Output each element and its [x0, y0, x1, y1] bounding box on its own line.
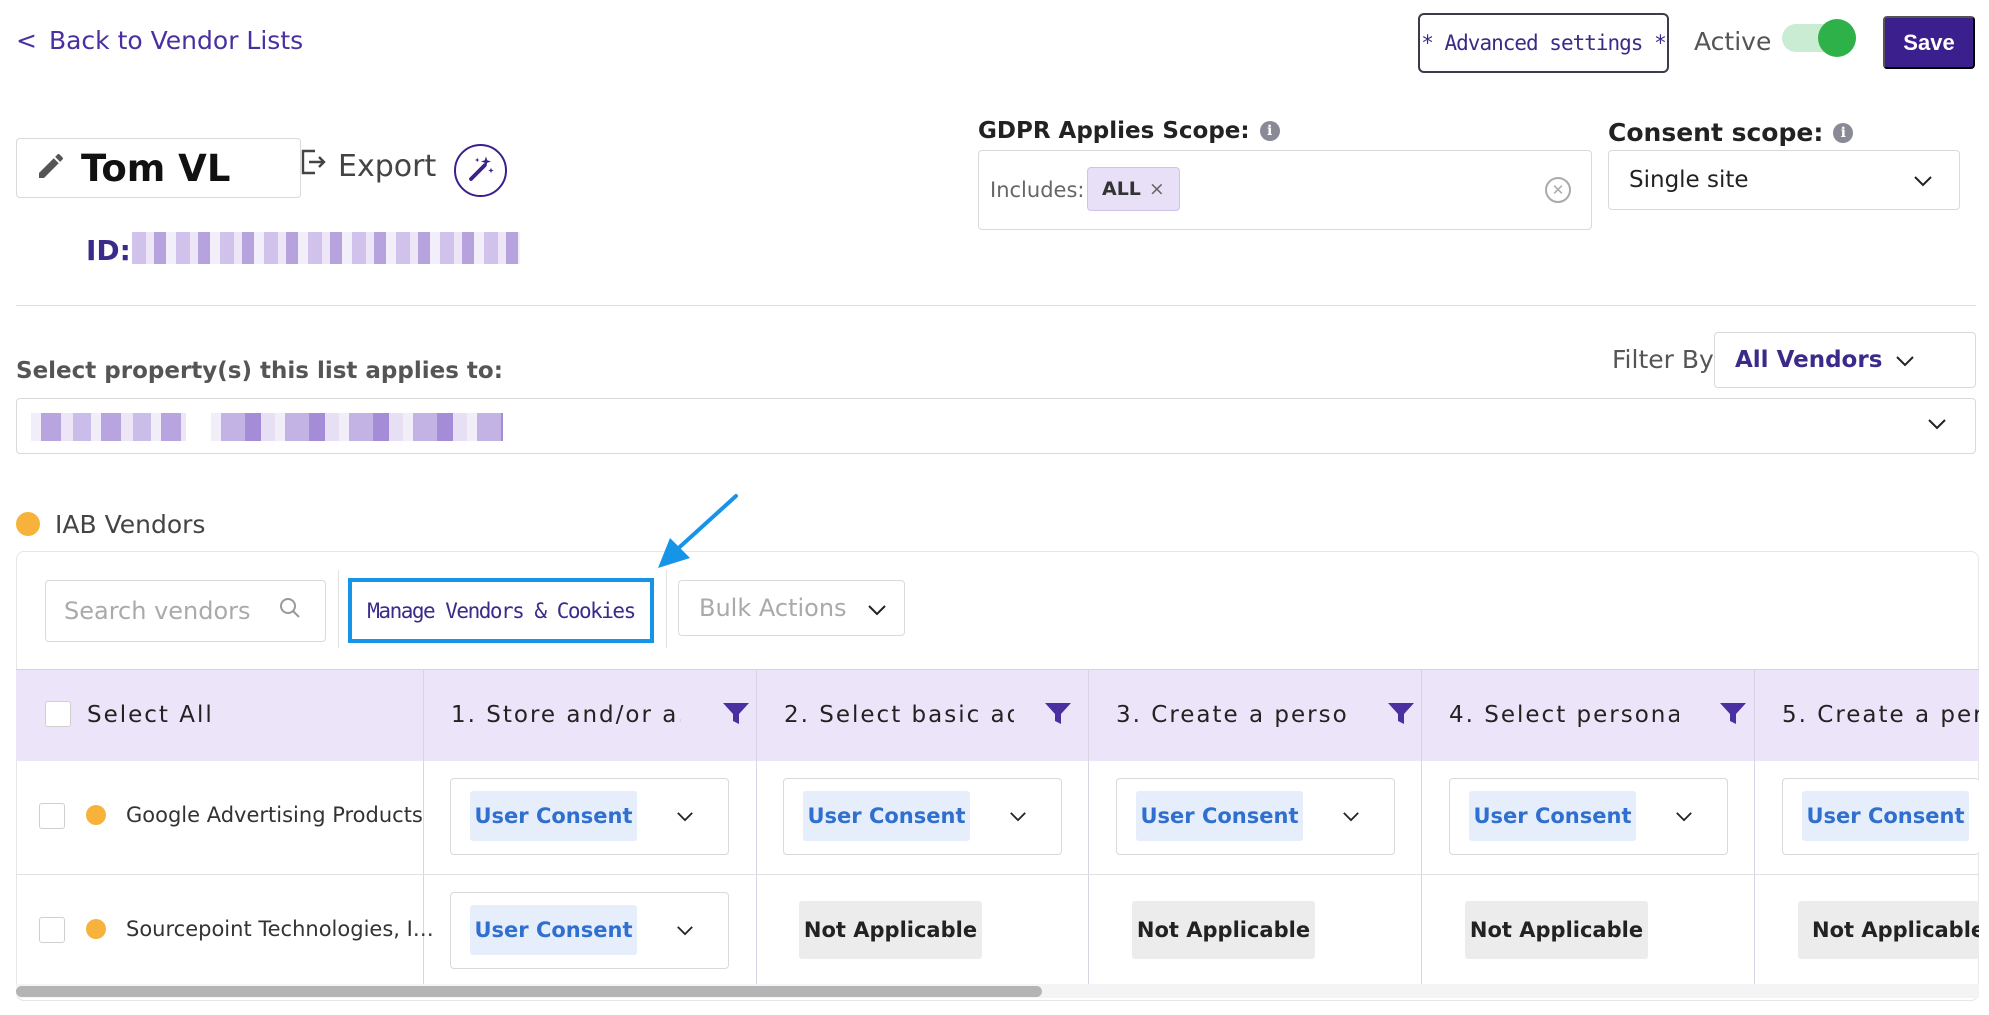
column-header-4: 4. Select persona…	[1449, 702, 1679, 728]
vendor-name: Sourcepoint Technologies, I…	[126, 917, 434, 941]
funnel-icon[interactable]	[1387, 701, 1415, 727]
id-label: ID:	[86, 234, 131, 267]
back-chevron-icon: <	[16, 26, 37, 55]
consent-scope-label-text: Consent scope:	[1608, 118, 1824, 147]
back-link-label: Back to Vendor Lists	[48, 26, 304, 55]
purpose-select[interactable]: User Consent	[450, 778, 729, 855]
purpose-select[interactable]: User Consent	[783, 778, 1062, 855]
back-to-vendor-lists-link[interactable]: < Back to Vendor Lists	[16, 26, 303, 55]
toolbar-separator	[338, 570, 339, 648]
not-applicable-pill: Not Applicable	[799, 901, 982, 959]
vendor-status-dot	[86, 805, 106, 825]
consent-scope-select[interactable]: Single site	[1608, 150, 1960, 210]
consent-pill: User Consent	[1469, 791, 1636, 841]
filter-value: All Vendors	[1735, 347, 1883, 373]
chevron-down-icon	[867, 594, 887, 622]
scrollbar-thumb[interactable]	[16, 986, 1042, 997]
bulk-actions-dropdown[interactable]: Bulk Actions	[678, 580, 905, 636]
purpose-select[interactable]: User Consent	[1449, 778, 1728, 855]
export-button[interactable]: Export	[300, 148, 436, 184]
iab-status-dot	[16, 512, 40, 536]
magic-wand-button[interactable]	[454, 144, 507, 197]
vendor-cell: Google Advertising Products	[86, 803, 423, 827]
export-label: Export	[338, 148, 437, 184]
filter-by-label: Filter By	[1612, 345, 1714, 374]
purpose-select[interactable]: User Consent	[1782, 778, 1979, 855]
not-applicable-pill: Not Applicable	[1132, 901, 1315, 959]
annotation-arrow-icon	[658, 494, 738, 568]
purpose-select[interactable]: User Consent	[450, 892, 729, 969]
vendor-cell: Sourcepoint Technologies, I…	[86, 917, 434, 941]
scope-tag-label: ALL	[1102, 178, 1141, 200]
magic-wand-icon	[466, 154, 496, 188]
gdpr-scope-label: GDPR Applies Scope: i	[978, 118, 1280, 144]
consent-pill: User Consent	[803, 791, 970, 841]
scope-tag-all: ALL ×	[1087, 167, 1180, 211]
includes-label: Includes:	[990, 178, 1085, 202]
vendor-status-dot	[86, 919, 106, 939]
property-tag-redacted	[31, 413, 186, 441]
search-icon	[279, 597, 301, 625]
not-applicable-pill: Not Applicable	[1798, 901, 1979, 959]
chevron-down-icon	[1927, 415, 1947, 434]
toggle-knob	[1818, 19, 1856, 57]
column-header-3: 3. Create a perso…	[1116, 702, 1346, 728]
pencil-icon	[35, 150, 67, 186]
active-toggle[interactable]	[1782, 19, 1856, 57]
row-checkbox[interactable]	[39, 803, 65, 829]
id-value-redacted	[132, 232, 520, 264]
gdpr-scope-label-text: GDPR Applies Scope:	[978, 118, 1250, 144]
consent-scope-label: Consent scope: i	[1608, 118, 1854, 147]
manage-vendors-cookies-button[interactable]: Manage Vendors & Cookies	[348, 578, 654, 643]
chevron-down-icon	[676, 921, 694, 940]
funnel-icon[interactable]	[1044, 701, 1072, 727]
clear-circle-icon[interactable]: ✕	[1545, 177, 1571, 203]
iab-vendors-title: IAB Vendors	[55, 510, 206, 539]
filter-by-select[interactable]: All Vendors	[1714, 332, 1976, 388]
vendor-list-name-field[interactable]: Tom VL	[16, 138, 301, 198]
consent-pill: User Consent	[1136, 791, 1303, 841]
chevron-down-icon	[1342, 807, 1360, 826]
select-all-label: Select All	[87, 702, 214, 728]
chevron-down-icon	[1913, 167, 1933, 193]
property-tag-redacted	[211, 413, 503, 441]
consent-pill: User Consent	[470, 791, 637, 841]
column-header-1: 1. Store and/or a…	[451, 702, 681, 728]
select-all-checkbox[interactable]	[45, 701, 71, 727]
info-icon[interactable]: i	[1833, 122, 1854, 143]
save-button[interactable]: Save	[1883, 16, 1975, 69]
chevron-down-icon	[1895, 347, 1915, 373]
search-vendors-input[interactable]: Search vendors	[45, 580, 326, 642]
export-icon	[300, 148, 326, 184]
properties-select[interactable]	[16, 398, 1976, 454]
gdpr-scope-select[interactable]: Includes: ALL × ✕	[978, 150, 1592, 230]
chevron-down-icon	[676, 807, 694, 826]
toolbar-separator	[666, 570, 667, 648]
vendor-list-name: Tom VL	[81, 146, 231, 190]
advanced-settings-button[interactable]: * Advanced settings *	[1418, 13, 1669, 73]
remove-tag-icon[interactable]: ×	[1149, 178, 1165, 200]
section-divider	[16, 305, 1976, 306]
column-header-2: 2. Select basic ads	[784, 702, 1014, 728]
properties-label: Select property(s) this list applies to:	[16, 358, 503, 384]
funnel-icon[interactable]	[1719, 701, 1747, 727]
chevron-down-icon	[1675, 807, 1693, 826]
consent-pill: User Consent	[1802, 791, 1969, 841]
not-applicable-pill: Not Applicable	[1465, 901, 1648, 959]
active-label: Active	[1694, 27, 1772, 56]
funnel-icon[interactable]	[722, 701, 750, 727]
consent-scope-value: Single site	[1629, 167, 1749, 193]
chevron-down-icon	[1009, 807, 1027, 826]
info-icon[interactable]: i	[1259, 121, 1280, 141]
search-placeholder: Search vendors	[64, 597, 251, 625]
purpose-select[interactable]: User Consent	[1116, 778, 1395, 855]
consent-pill: User Consent	[470, 905, 637, 955]
column-header-5: 5. Create a pers	[1782, 702, 1979, 728]
vendor-name: Google Advertising Products	[126, 803, 423, 827]
bulk-actions-label: Bulk Actions	[699, 594, 847, 622]
row-checkbox[interactable]	[39, 917, 65, 943]
